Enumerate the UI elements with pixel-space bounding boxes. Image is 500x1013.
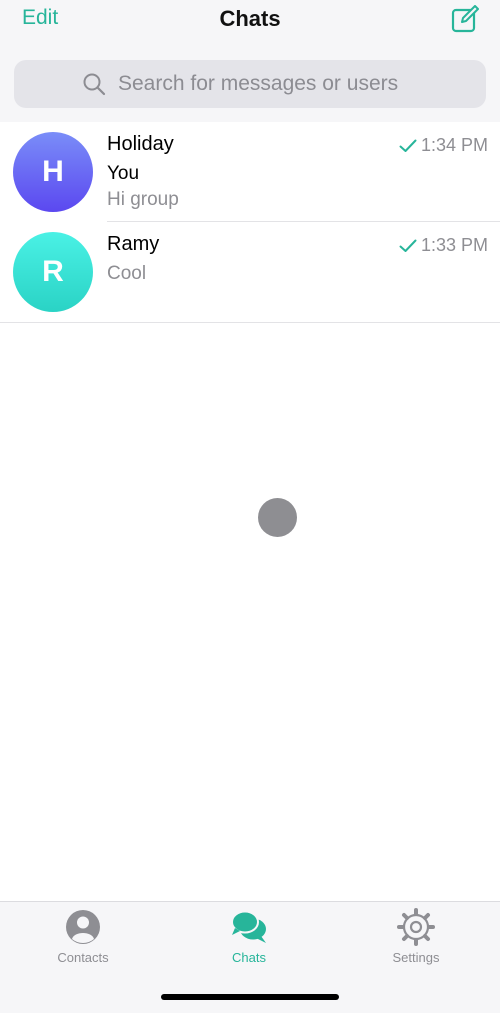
chat-name: Ramy bbox=[107, 233, 160, 255]
chat-name: Holiday bbox=[107, 133, 174, 155]
chat-preview: Hi group bbox=[107, 189, 179, 210]
tab-label: Contacts bbox=[57, 950, 109, 965]
tab-chats[interactable]: Chats bbox=[189, 908, 309, 965]
avatar-initial: H bbox=[42, 155, 64, 188]
chat-time-label: 1:34 PM bbox=[420, 135, 488, 155]
chat-time: 1:33 PM bbox=[399, 235, 488, 256]
chat-row-ramy[interactable]: R Ramy 1:33 PM Cool bbox=[0, 222, 500, 323]
tab-contacts[interactable]: Contacts bbox=[23, 908, 143, 965]
chat-time: 1:34 PM bbox=[399, 135, 488, 156]
avatar: H bbox=[13, 132, 93, 212]
compose-icon[interactable] bbox=[451, 5, 479, 33]
home-indicator bbox=[161, 994, 339, 1000]
navigation-header: Edit Chats bbox=[0, 0, 500, 122]
chat-bubbles-icon bbox=[231, 910, 266, 943]
check-icon bbox=[399, 239, 417, 252]
person-circle-icon bbox=[66, 910, 100, 944]
page-title: Chats bbox=[219, 6, 281, 31]
chat-row-holiday[interactable]: H Holiday 1:34 PM You Hi group bbox=[0, 122, 500, 222]
tab-settings[interactable]: Settings bbox=[356, 908, 476, 965]
chat-preview: Cool bbox=[107, 263, 147, 284]
search-input[interactable] bbox=[118, 72, 418, 96]
search-bar[interactable] bbox=[14, 60, 486, 108]
chat-sender: You bbox=[107, 163, 140, 184]
gear-icon bbox=[397, 908, 435, 946]
avatar-initial: R bbox=[42, 255, 64, 288]
check-icon bbox=[399, 139, 417, 152]
tab-label: Settings bbox=[392, 950, 440, 965]
search-icon bbox=[83, 73, 106, 96]
tab-label: Chats bbox=[232, 950, 266, 965]
chat-list: H Holiday 1:34 PM You Hi group R Ramy 1:… bbox=[0, 122, 500, 323]
avatar: R bbox=[13, 232, 93, 312]
touch-indicator bbox=[258, 498, 297, 537]
chat-time-label: 1:33 PM bbox=[420, 235, 488, 255]
